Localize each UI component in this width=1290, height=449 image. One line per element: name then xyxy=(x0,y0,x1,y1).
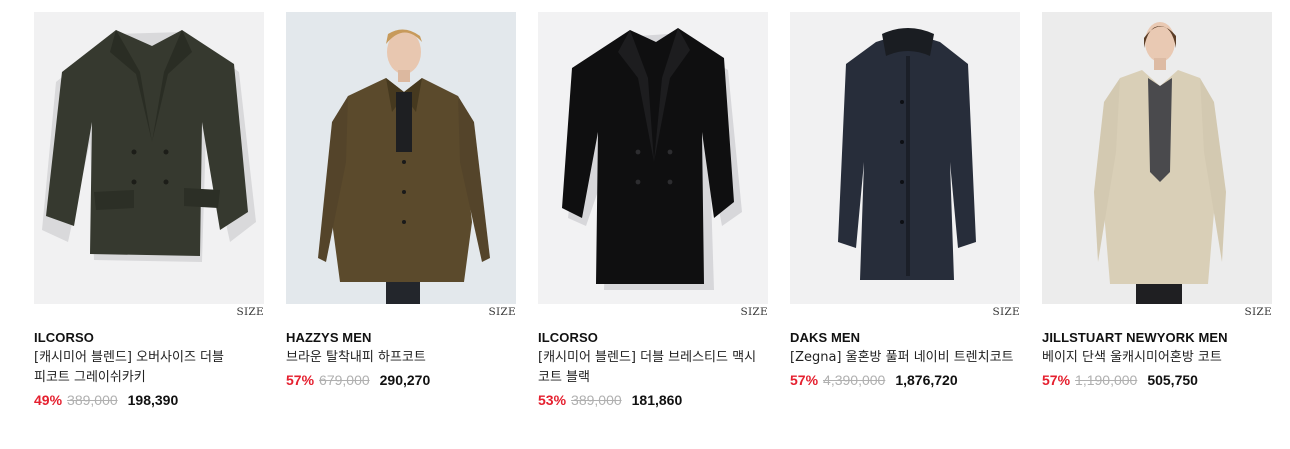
coat-image xyxy=(538,12,768,304)
discount-rate: 57% xyxy=(286,372,315,388)
price-row: 57% 4,390,000 1,876,720 xyxy=(790,372,1020,388)
product-brand[interactable]: ILCORSO xyxy=(538,330,768,345)
size-badge[interactable]: SIZE xyxy=(1244,306,1272,318)
product-card[interactable]: SIZE JILLSTUART NEWYORK MEN 베이지 단색 울캐시미어… xyxy=(1042,12,1272,432)
price-row: 57% 679,000 290,270 xyxy=(286,372,516,388)
size-badge[interactable]: SIZE xyxy=(236,306,264,318)
product-title[interactable]: 베이지 단색 울캐시미어혼방 코트 xyxy=(1042,348,1268,368)
sale-price: 505,750 xyxy=(1147,372,1198,388)
price-row: 49% 389,000 198,390 xyxy=(34,392,264,408)
product-brand[interactable]: JILLSTUART NEWYORK MEN xyxy=(1042,330,1272,345)
product-title[interactable]: [Zegna] 울혼방 풀퍼 네이비 트렌치코트 xyxy=(790,348,1016,368)
product-image[interactable] xyxy=(538,12,768,304)
product-card[interactable]: SIZE ILCORSO [캐시미어 블렌드] 더블 브레스티드 맥시 코트 블… xyxy=(538,12,768,432)
sale-price: 1,876,720 xyxy=(895,372,958,388)
product-image[interactable] xyxy=(34,12,264,304)
size-badge[interactable]: SIZE xyxy=(992,306,1020,318)
original-price: 679,000 xyxy=(319,372,370,388)
product-card[interactable]: SIZE DAKS MEN [Zegna] 울혼방 풀퍼 네이비 트렌치코트 5… xyxy=(790,12,1020,432)
product-card[interactable]: SIZE HAZZYS MEN 브라운 탈착내피 하프코트 57% 679,00… xyxy=(286,12,516,432)
price-row: 53% 389,000 181,860 xyxy=(538,392,768,408)
discount-rate: 49% xyxy=(34,392,63,408)
product-title[interactable]: 브라운 탈착내피 하프코트 xyxy=(286,348,512,368)
product-title[interactable]: [캐시미어 블렌드] 더블 브레스티드 맥시 코트 블랙 xyxy=(538,348,764,388)
original-price: 1,190,000 xyxy=(1075,372,1138,388)
product-image[interactable] xyxy=(790,12,1020,304)
coat-image xyxy=(1042,12,1272,304)
price-row: 57% 1,190,000 505,750 xyxy=(1042,372,1272,388)
coat-image xyxy=(790,12,1020,304)
product-title[interactable]: [캐시미어 블렌드] 오버사이즈 더블 피코트 그레이쉬카키 xyxy=(34,348,260,388)
original-price: 389,000 xyxy=(571,392,622,408)
discount-rate: 57% xyxy=(790,372,819,388)
product-image[interactable] xyxy=(286,12,516,304)
size-badge[interactable]: SIZE xyxy=(740,306,768,318)
discount-rate: 53% xyxy=(538,392,567,408)
product-grid: SIZE ILCORSO [캐시미어 블렌드] 오버사이즈 더블 피코트 그레이… xyxy=(34,12,1274,432)
discount-rate: 57% xyxy=(1042,372,1071,388)
size-badge[interactable]: SIZE xyxy=(488,306,516,318)
product-brand[interactable]: ILCORSO xyxy=(34,330,264,345)
product-brand[interactable]: HAZZYS MEN xyxy=(286,330,516,345)
original-price: 4,390,000 xyxy=(823,372,886,388)
coat-image xyxy=(34,12,264,304)
coat-image xyxy=(286,12,516,304)
product-card[interactable]: SIZE ILCORSO [캐시미어 블렌드] 오버사이즈 더블 피코트 그레이… xyxy=(34,12,264,432)
product-image[interactable] xyxy=(1042,12,1272,304)
sale-price: 181,860 xyxy=(631,392,683,408)
sale-price: 290,270 xyxy=(379,372,431,388)
sale-price: 198,390 xyxy=(127,392,179,408)
product-brand[interactable]: DAKS MEN xyxy=(790,330,1020,345)
original-price: 389,000 xyxy=(67,392,118,408)
